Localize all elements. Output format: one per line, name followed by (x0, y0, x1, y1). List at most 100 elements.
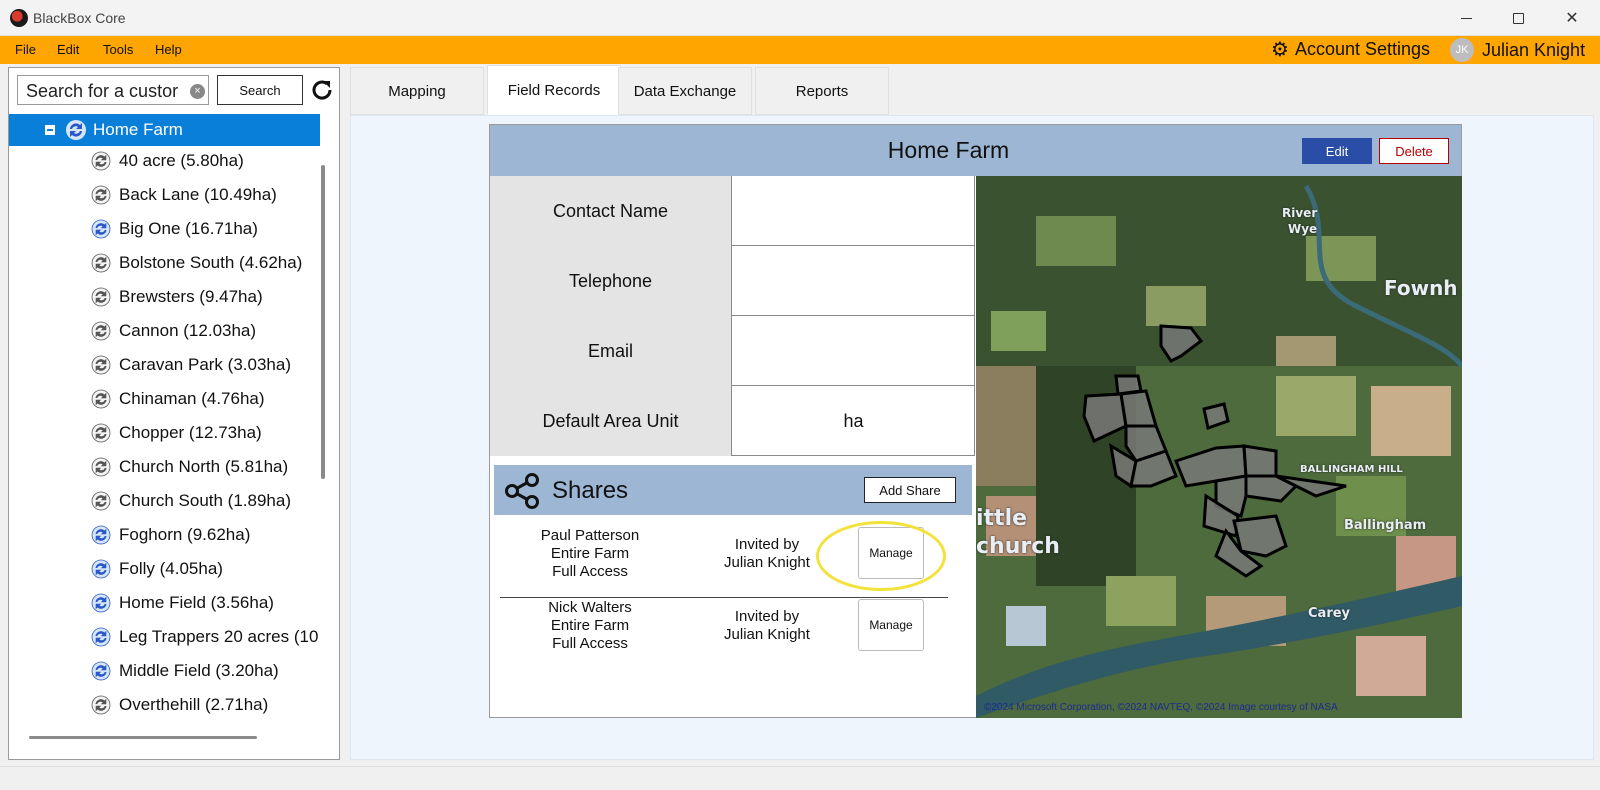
menu-help[interactable]: Help (155, 42, 182, 57)
share-entry: Nick Walters Entire Farm Full Access Inv… (500, 599, 958, 671)
share-access: Full Access (552, 635, 628, 652)
tree-field-label: Bolstone South (4.62ha) (119, 253, 303, 272)
share-scope: Entire Farm (550, 545, 630, 562)
tab-reports[interactable]: Reports (755, 67, 889, 115)
tree-field-item[interactable]: Cannon (12.03ha) (91, 316, 256, 346)
clear-search-icon[interactable]: × (190, 84, 205, 99)
tree-field-item[interactable]: Brewsters (9.47ha) (91, 282, 263, 312)
tab-mapping[interactable]: Mapping (350, 67, 484, 115)
tree-field-item[interactable]: Chinaman (4.76ha) (91, 384, 265, 414)
tree-field-label: Chopper (12.73ha) (119, 423, 262, 442)
farm-card-header: Home Farm Edit Delete (490, 125, 1461, 176)
status-bar (0, 766, 1600, 790)
tree-field-item[interactable]: 40 acre (5.80ha) (91, 148, 244, 176)
farm-card: Home Farm Edit Delete Contact Name Telep… (489, 124, 1462, 718)
refresh-icon[interactable] (308, 76, 336, 104)
close-icon: ✕ (1565, 10, 1579, 27)
tree-field-item[interactable]: Folly (4.05ha) (91, 554, 223, 584)
close-button[interactable]: ✕ (1546, 0, 1598, 36)
search-button[interactable]: Search (217, 75, 303, 105)
tree-field-item[interactable]: Middle Field (3.20ha) (91, 656, 279, 686)
menu-edit[interactable]: Edit (57, 42, 79, 57)
tree-field-item[interactable]: Church North (5.81ha) (91, 452, 288, 482)
map-label: BALLINGHAM HILL (1300, 464, 1403, 475)
maximize-button[interactable] (1492, 0, 1544, 36)
map-label: Carey (1308, 606, 1351, 621)
delete-button[interactable]: Delete (1379, 138, 1449, 164)
tab-data-exchange[interactable]: Data Exchange (618, 67, 752, 115)
field-sync-icon (91, 559, 111, 579)
menu-file[interactable]: File (15, 42, 36, 57)
field-sync-icon (91, 287, 111, 307)
page-title: Home Farm (887, 137, 1010, 163)
account-settings-label: Account Settings (1294, 39, 1431, 59)
farm-sync-icon (66, 120, 86, 140)
share-name: Paul Patterson (540, 527, 640, 544)
map-credit: ©2024 Microsoft Corporation, ©2024 NAVTE… (984, 702, 1338, 713)
tree-field-item[interactable]: Bolstone South (4.62ha) (91, 248, 302, 278)
tree-field-item[interactable]: Home Field (3.56ha) (91, 588, 274, 618)
invited-by-label: Invited by (734, 608, 800, 625)
field-sync-icon (91, 661, 111, 681)
minimize-icon (1460, 17, 1472, 19)
vertical-scrollbar[interactable] (321, 165, 325, 479)
tree-field-label: Brewsters (9.47ha) (119, 287, 263, 306)
info-value (733, 246, 975, 316)
info-row-area-unit: Default Area Unit ha (490, 386, 975, 456)
map-label: Ballingham (1344, 518, 1427, 533)
edit-button[interactable]: Edit (1302, 138, 1372, 164)
shares-header: Shares Add Share (494, 465, 972, 515)
tree-field-label: Caravan Park (3.03ha) (119, 355, 291, 374)
manage-share-button[interactable]: Manage (858, 599, 924, 651)
info-value (733, 316, 975, 386)
highlight-annotation (816, 521, 946, 591)
menu-bar: File Edit Tools Help ⚙ Account Settings … (0, 36, 1600, 64)
avatar: JK (1450, 38, 1474, 62)
window-title: BlackBox Core (33, 10, 126, 26)
customer-search-input[interactable]: Search for a custor × (17, 75, 209, 105)
tree-field-item[interactable]: Chopper (12.73ha) (91, 418, 262, 448)
customer-tree-panel: Search for a custor × Search Home Farm 4… (8, 67, 340, 760)
minimize-button[interactable] (1440, 0, 1492, 36)
shares-title: Shares (552, 477, 629, 504)
info-label: Contact Name (490, 176, 732, 246)
user-name: Julian Knight (1482, 39, 1586, 60)
share-who: Paul Patterson Entire Farm Full Access (500, 527, 680, 581)
tree-field-item[interactable]: Back Lane (10.49ha) (91, 180, 277, 210)
tree-field-item[interactable]: Foghorn (9.62ha) (91, 520, 250, 550)
account-settings-button[interactable]: ⚙ Account Settings (1271, 39, 1430, 60)
collapse-icon[interactable] (45, 125, 55, 135)
info-row-telephone: Telephone (490, 246, 975, 316)
tree-field-item[interactable]: Caravan Park (3.03ha) (91, 350, 291, 380)
add-share-button[interactable]: Add Share (864, 477, 956, 503)
info-label: Email (490, 316, 732, 386)
gear-icon: ⚙ (1271, 38, 1289, 61)
tab-field-records[interactable]: Field Records (487, 65, 621, 115)
tree-field-label: Folly (4.05ha) (119, 559, 223, 578)
tree-field-item[interactable]: Overthehill (2.71ha) (91, 690, 268, 720)
tree-field-label: Big One (16.71ha) (119, 219, 258, 238)
field-sync-icon (91, 457, 111, 477)
field-sync-icon (91, 695, 111, 715)
info-value: ha (733, 386, 975, 456)
user-menu[interactable]: JK Julian Knight (1450, 38, 1585, 62)
farm-map[interactable]: River Wye Fownh BALLINGHAM HILL Ballingh… (976, 176, 1462, 718)
menu-tools[interactable]: Tools (103, 42, 133, 57)
tree-field-item[interactable]: Big One (16.71ha) (91, 214, 258, 244)
field-sync-icon (91, 525, 111, 545)
tree-field-label: 40 acre (5.80ha) (119, 151, 244, 170)
tree-field-item[interactable]: Church South (1.89ha) (91, 486, 291, 516)
tree-field-item[interactable]: Leg Trappers 20 acres (10 (91, 622, 318, 652)
title-bar: BlackBox Core ✕ (0, 0, 1600, 36)
tree-field-label: Chinaman (4.76ha) (119, 389, 265, 408)
field-sync-icon (91, 423, 111, 443)
tree-field-label: Back Lane (10.49ha) (119, 185, 277, 204)
info-label: Telephone (490, 246, 732, 316)
tree-node-home-farm[interactable]: Home Farm (9, 114, 320, 146)
share-invited-by: Invited by Julian Knight (692, 608, 842, 644)
horizontal-scrollbar[interactable] (29, 736, 257, 739)
field-sync-icon (91, 491, 111, 511)
search-input-value: Search for a custor (26, 81, 179, 101)
map-label: ittle (976, 506, 1028, 531)
tree-field-label: Church North (5.81ha) (119, 457, 289, 476)
